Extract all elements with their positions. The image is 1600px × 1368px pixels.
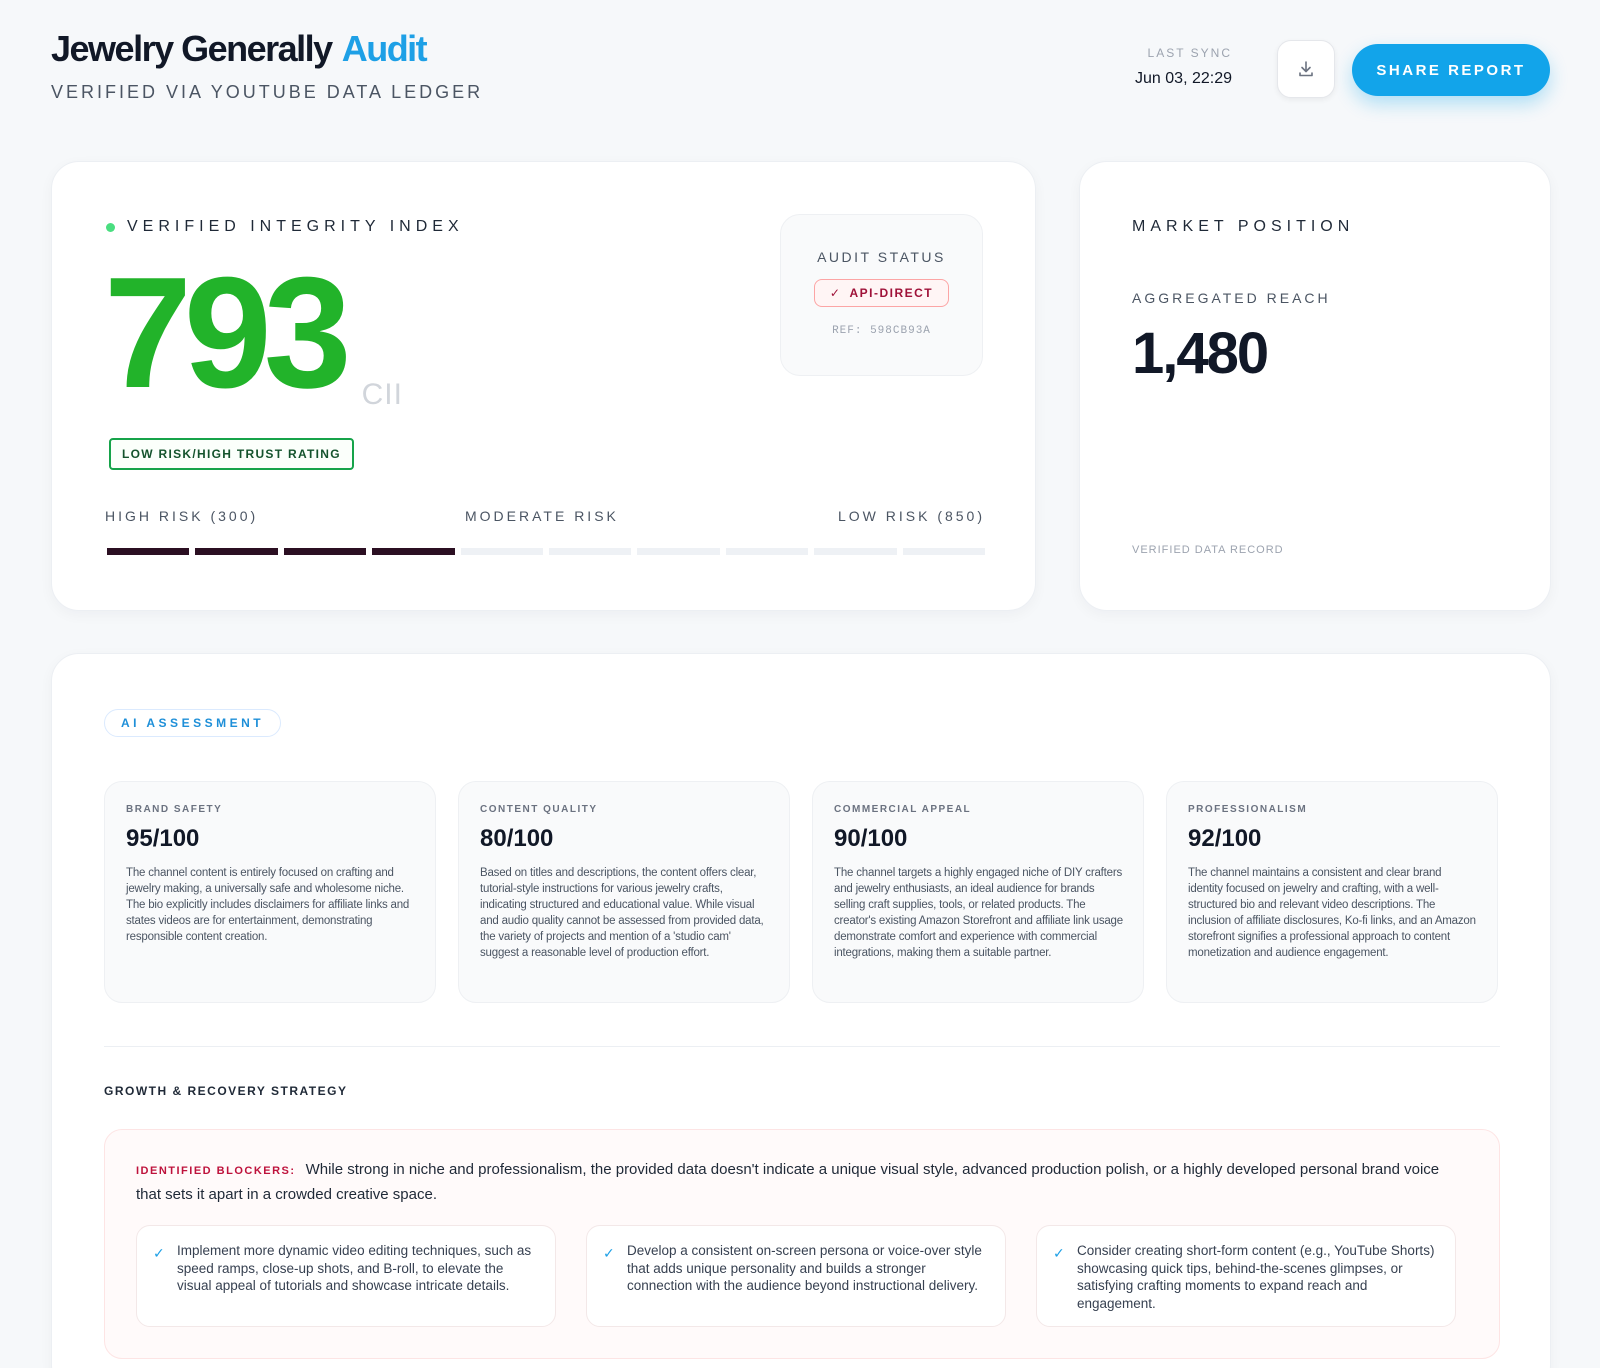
audit-ref: REF: 598CB93A: [832, 325, 931, 337]
blockers-summary: IDENTIFIED BLOCKERS: While strong in nich…: [136, 1158, 1459, 1206]
risk-label-high: HIGH RISK (300): [105, 508, 259, 524]
integrity-heading: VERIFIED INTEGRITY INDEX: [106, 218, 464, 236]
risk-segment-empty: [814, 548, 897, 555]
title-main: Jewelry Generally: [51, 28, 333, 69]
metric-score: 90/100: [834, 825, 908, 852]
check-icon: ✓: [153, 1245, 165, 1261]
metric-description: The channel maintains a consistent and c…: [1188, 867, 1476, 959]
title-accent: Audit: [341, 28, 428, 69]
risk-segment-filled: [195, 548, 278, 555]
metric-label: COMMERCIAL APPEAL: [834, 804, 972, 815]
strategy-action-text: Implement more dynamic video editing tec…: [177, 1243, 532, 1293]
metric-description: The channel targets a highly engaged nic…: [834, 867, 1123, 959]
integrity-score-value: 793: [104, 245, 352, 421]
metric-commercial-appeal: COMMERCIAL APPEAL 90/100 The channel tar…: [812, 781, 1144, 1003]
metric-score: 80/100: [480, 825, 554, 852]
strategy-action-item: ✓ Consider creating short-form content (…: [1036, 1225, 1456, 1327]
risk-segment-empty: [460, 548, 544, 555]
risk-segment-filled: [283, 548, 367, 555]
risk-label-moderate: MODERATE RISK: [465, 508, 619, 524]
check-icon: ✓: [1053, 1245, 1065, 1261]
ai-assessment-card: AI ASSESSMENT BRAND SAFETY 95/100 The ch…: [51, 653, 1551, 1368]
last-sync-value: Jun 03, 22:29: [1135, 70, 1232, 87]
metric-score: 95/100: [126, 825, 200, 852]
share-report-button[interactable]: SHARE REPORT: [1352, 44, 1550, 96]
ai-assessment-pill: AI ASSESSMENT: [104, 709, 282, 737]
risk-segment-filled: [107, 548, 190, 555]
blockers-description: While strong in niche and professionalis…: [136, 1161, 1440, 1203]
metric-description: The channel content is entirely focused …: [126, 867, 410, 943]
metric-label: BRAND SAFETY: [126, 804, 223, 815]
status-dot-icon: [106, 222, 115, 232]
risk-segment-empty: [725, 548, 809, 555]
metric-brand-safety: BRAND SAFETY 95/100 The channel content …: [104, 781, 436, 1003]
last-sync: LAST SYNC Jun 03, 22:29: [1135, 46, 1232, 88]
check-icon: ✓: [603, 1245, 615, 1261]
strategy-title: GROWTH & RECOVERY STRATEGY: [104, 1084, 348, 1098]
risk-meter: [107, 548, 986, 555]
audit-status-value: API-DIRECT: [849, 286, 934, 300]
download-icon: [1299, 61, 1313, 77]
audit-status-badge: ✓ API-DIRECT: [813, 279, 950, 307]
integrity-label: VERIFIED INTEGRITY INDEX: [127, 218, 464, 235]
aggregated-reach-label: AGGREGATED REACH: [1132, 290, 1331, 306]
strategy-actions: ✓ Implement more dynamic video editing t…: [136, 1225, 1456, 1327]
blockers-panel: IDENTIFIED BLOCKERS: While strong in nich…: [104, 1129, 1500, 1359]
risk-segment-empty: [637, 548, 720, 555]
section-divider: [104, 1046, 1500, 1047]
metric-description: Based on titles and descriptions, the co…: [480, 867, 764, 959]
assessment-metrics: BRAND SAFETY 95/100 The channel content …: [104, 781, 1500, 1003]
metric-label: PROFESSIONALISM: [1188, 804, 1308, 815]
metric-professionalism: PROFESSIONALISM 92/100 The channel maint…: [1166, 781, 1498, 1003]
strategy-action-text: Develop a consistent on-screen persona o…: [627, 1243, 982, 1293]
integrity-card: VERIFIED INTEGRITY INDEX 793 CII LOW RIS…: [51, 161, 1036, 611]
audit-status-label: AUDIT STATUS: [817, 249, 946, 265]
strategy-action-text: Consider creating short-form content (e.…: [1077, 1243, 1435, 1311]
audit-status-panel: AUDIT STATUS ✓ API-DIRECT REF: 598CB93A: [780, 214, 983, 376]
check-icon: ✓: [829, 286, 842, 300]
risk-segment-empty: [549, 548, 632, 555]
risk-segment-empty: [902, 548, 986, 555]
integrity-score-unit: CII: [361, 378, 403, 411]
risk-scale-labels: HIGH RISK (300) MODERATE RISK LOW RISK (…: [105, 508, 985, 528]
market-position-card: MARKET POSITION AGGREGATED REACH 1,480 V…: [1079, 161, 1551, 611]
metric-score: 92/100: [1188, 825, 1262, 852]
download-button[interactable]: [1277, 40, 1335, 98]
market-position-label: MARKET POSITION: [1132, 218, 1355, 235]
verified-data-record: VERIFIED DATA RECORD: [1132, 544, 1284, 556]
risk-label-low: LOW RISK (850): [837, 508, 985, 524]
rating-badge: LOW RISK/HIGH TRUST RATING: [109, 438, 354, 470]
blockers-label: IDENTIFIED BLOCKERS:: [136, 1165, 296, 1177]
strategy-action-item: ✓ Develop a consistent on-screen persona…: [586, 1225, 1006, 1327]
integrity-score: 793 CII: [104, 254, 403, 412]
aggregated-reach-value: 1,480: [1132, 321, 1269, 386]
risk-segment-filled: [372, 548, 455, 555]
strategy-action-item: ✓ Implement more dynamic video editing t…: [136, 1225, 556, 1327]
metric-content-quality: CONTENT QUALITY 80/100 Based on titles a…: [458, 781, 790, 1003]
metric-label: CONTENT QUALITY: [480, 804, 598, 815]
page-header: Jewelry Generally Audit VERIFIED VIA YOUT…: [51, 28, 1552, 118]
last-sync-label: LAST SYNC: [1147, 46, 1232, 60]
